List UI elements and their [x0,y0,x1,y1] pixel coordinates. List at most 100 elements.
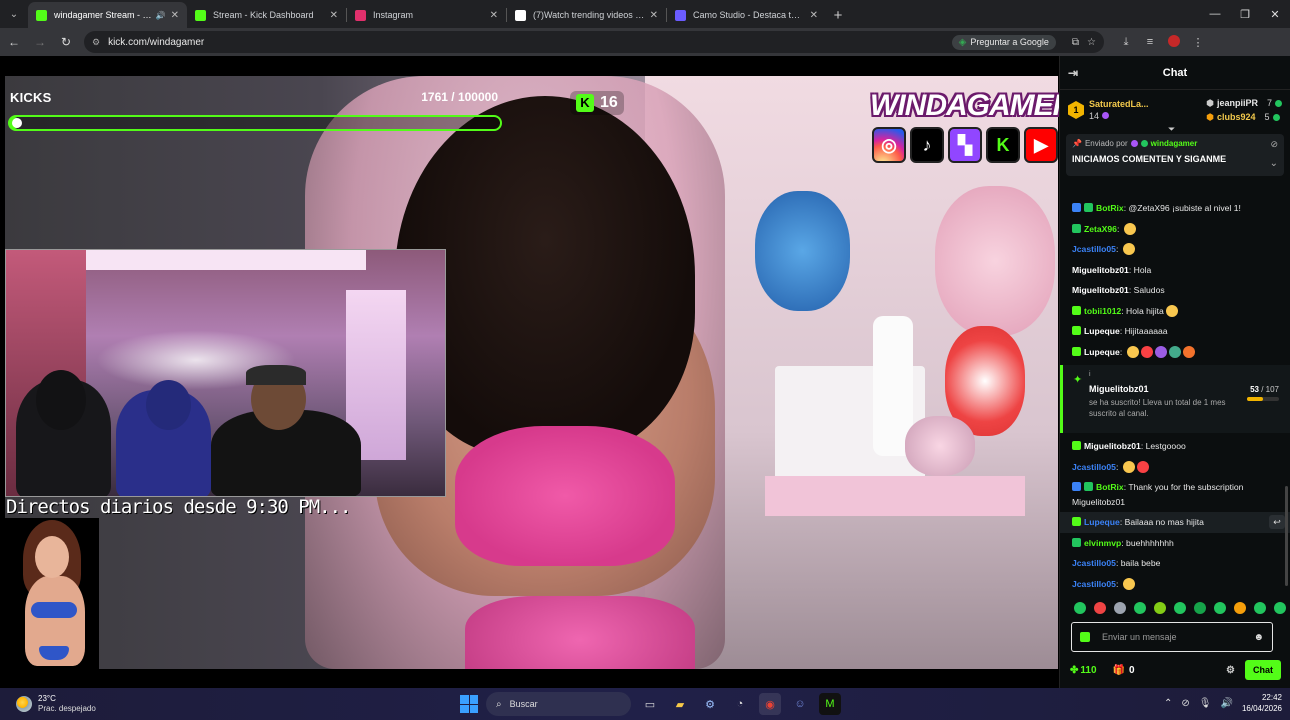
chat-username[interactable]: Jcastillo05 [1072,462,1116,472]
quick-emote-icon[interactable] [1234,602,1246,614]
tab-close-icon[interactable]: ✕ [330,10,338,21]
volume-icon[interactable]: 🔊 [1221,698,1233,709]
chat-username[interactable]: Jcastillo05 [1072,244,1116,254]
quick-emote-icon[interactable] [1274,602,1286,614]
browser-tab-1[interactable]: Stream - Kick Dashboard ✕ [187,2,346,28]
chrome-icon[interactable]: ◉ [759,693,781,715]
chat-username[interactable]: Miguelitobz01 [1072,285,1129,295]
chat-message[interactable]: ZetaX96: [1060,219,1290,240]
taskbar-search[interactable]: ⌕ Buscar [486,692,631,716]
browser-tab-0[interactable]: windagamer Stream - Watch 🔊 ✕ [28,2,187,28]
chat-username[interactable]: Jcastillo05 [1072,558,1116,568]
quick-emote-icon[interactable] [1254,602,1266,614]
tray-overflow-icon[interactable]: ⌃ [1164,698,1172,709]
chat-scrollbar[interactable] [1285,486,1288,586]
tab-audio-icon[interactable]: 🔊 [156,11,166,20]
send-chat-button[interactable]: Chat [1245,660,1281,680]
emoji-picker-icon[interactable]: ☻ [1253,632,1264,643]
quick-emote-icon[interactable] [1194,602,1206,614]
collapse-chat-icon[interactable]: ⇥ [1068,66,1078,80]
tab-close-icon[interactable]: ✕ [650,10,658,21]
chat-message[interactable]: Miguelitobz01: Saludos [1060,280,1290,301]
gifter-2[interactable]: ⬢ jeanpiiPR 7 [1206,98,1282,109]
tab-close-icon[interactable]: ✕ [490,10,498,21]
chat-username[interactable]: Lupeque [1084,347,1120,357]
kicks-icon[interactable]: ✤ [1070,665,1078,676]
address-bar[interactable]: ⚙ kick.com/windagamer ◈ Preguntar a Goog… [84,31,1104,53]
chat-message[interactable]: Miguelitobz01: Lestgoooo [1060,436,1290,457]
task-view-icon[interactable]: ▭ [639,693,661,715]
chat-message[interactable]: BotRix: Thank you for the subscription M… [1060,477,1290,512]
gift-sub-icon[interactable]: 🎁 [1113,665,1125,676]
quick-emote-icon[interactable] [1074,602,1086,614]
chat-username[interactable]: Miguelitobz01 [1072,265,1129,275]
chat-username[interactable]: tobii1012 [1084,306,1121,316]
chat-message[interactable]: Lupeque: [1060,342,1290,363]
system-clock[interactable]: 22:42 16/04/2026 [1242,692,1282,714]
translate-icon[interactable]: ⧉ [1072,37,1079,48]
reload-button[interactable]: ↻ [54,30,78,54]
chat-message[interactable]: Miguelitobz01: Hola [1060,260,1290,281]
bookmark-star-icon[interactable]: ☆ [1087,37,1096,48]
quick-emote-icon[interactable] [1154,602,1166,614]
capcut-icon[interactable]: M [819,693,841,715]
tab-close-icon[interactable]: ✕ [171,10,179,21]
weather-widget[interactable]: 23°C Prac. despejado [0,694,96,714]
chat-message[interactable]: Lupeque: Hijitaaaaaa [1060,321,1290,342]
chat-message[interactable]: BotRix: @ZetaX96 ¡subiste al nivel 1! [1060,198,1290,219]
chat-input-placeholder[interactable]: Enviar un mensaje [1102,632,1177,642]
ask-google-button[interactable]: ◈ Preguntar a Google [951,34,1056,50]
microphone-icon[interactable]: 🎙 [1199,698,1212,709]
chevron-down-icon[interactable]: ⌄ [1270,158,1278,169]
browser-tab-2[interactable]: Instagram ✕ [347,2,506,28]
quick-emote-icon[interactable] [1114,602,1126,614]
browser-tab-4[interactable]: Camo Studio - Destaca tu video ✕ [667,2,826,28]
profile-avatar[interactable] [1162,34,1186,50]
chat-username[interactable]: elvinmvp [1084,538,1121,548]
chat-message[interactable]: tobii1012: Hola hijita [1060,301,1290,322]
url-text[interactable]: kick.com/windagamer [108,37,952,48]
gifter-3[interactable]: ⬢ clubs924 5 [1206,112,1282,123]
chat-username[interactable]: Lupeque [1084,326,1120,336]
menu-kebab-icon[interactable]: ⋮ [1186,36,1210,49]
browser-tab-3[interactable]: (7)Watch trending videos for yo ✕ [507,2,666,28]
chat-username[interactable]: Lupeque [1084,517,1120,527]
back-button[interactable]: ← [2,30,26,54]
chat-username[interactable]: Jcastillo05 [1072,579,1116,589]
gift-count[interactable]: 0 [1129,665,1135,676]
chat-message[interactable]: Jcastillo05: baila bebe [1060,553,1290,574]
power-icon[interactable]: ◔ [729,693,751,715]
quick-emote-icon[interactable] [1214,602,1226,614]
kicks-balance[interactable]: 110 [1080,665,1096,676]
chat-username[interactable]: BotRix [1096,203,1124,213]
maximize-button[interactable]: ❐ [1230,0,1260,28]
new-tab-button[interactable]: + [826,2,850,28]
file-explorer-icon[interactable]: ▰ [669,693,691,715]
chat-message[interactable]: Jcastillo05: [1060,239,1290,260]
site-info-icon[interactable]: ⚙ [92,37,100,48]
chat-username[interactable]: ZetaX96 [1084,224,1117,234]
chat-message-input[interactable]: Enviar un mensaje ☻ [1071,622,1273,652]
reply-icon[interactable]: ↩ [1269,515,1285,529]
download-icon[interactable]: ⤓ [1114,36,1138,49]
chat-badge-icon[interactable] [1080,632,1090,642]
windows-start-icon[interactable] [460,695,478,713]
quick-emote-icon[interactable] [1094,602,1106,614]
chat-settings-gear-icon[interactable]: ⚙ [1226,665,1235,676]
tab-close-icon[interactable]: ✕ [810,10,818,21]
forward-button[interactable]: → [28,30,52,54]
settings-icon[interactable]: ⚙ [699,693,721,715]
tab-search-button[interactable]: ⌄ [0,0,28,28]
chat-username[interactable]: BotRix [1096,482,1124,492]
top-gifter-1[interactable]: 1 SaturatedLa... 14 [1068,99,1149,121]
chat-message[interactable]: Lupeque: Bailaaa no mas hijita ↩ [1060,512,1290,533]
chat-messages[interactable]: BotRix: @ZetaX96 ¡subiste al nivel 1! Zet… [1060,198,1290,596]
quick-emote-icon[interactable] [1134,602,1146,614]
chat-message[interactable]: Jcastillo05: [1060,574,1290,595]
close-window-button[interactable]: ✕ [1260,0,1290,28]
chat-username[interactable]: Miguelitobz01 [1084,441,1141,451]
chat-message[interactable]: Jcastillo05: [1060,457,1290,478]
quick-emote-icon[interactable] [1174,602,1186,614]
media-control-icon[interactable]: ≡ [1138,36,1162,48]
pinned-user[interactable]: windagamer [1151,139,1198,148]
